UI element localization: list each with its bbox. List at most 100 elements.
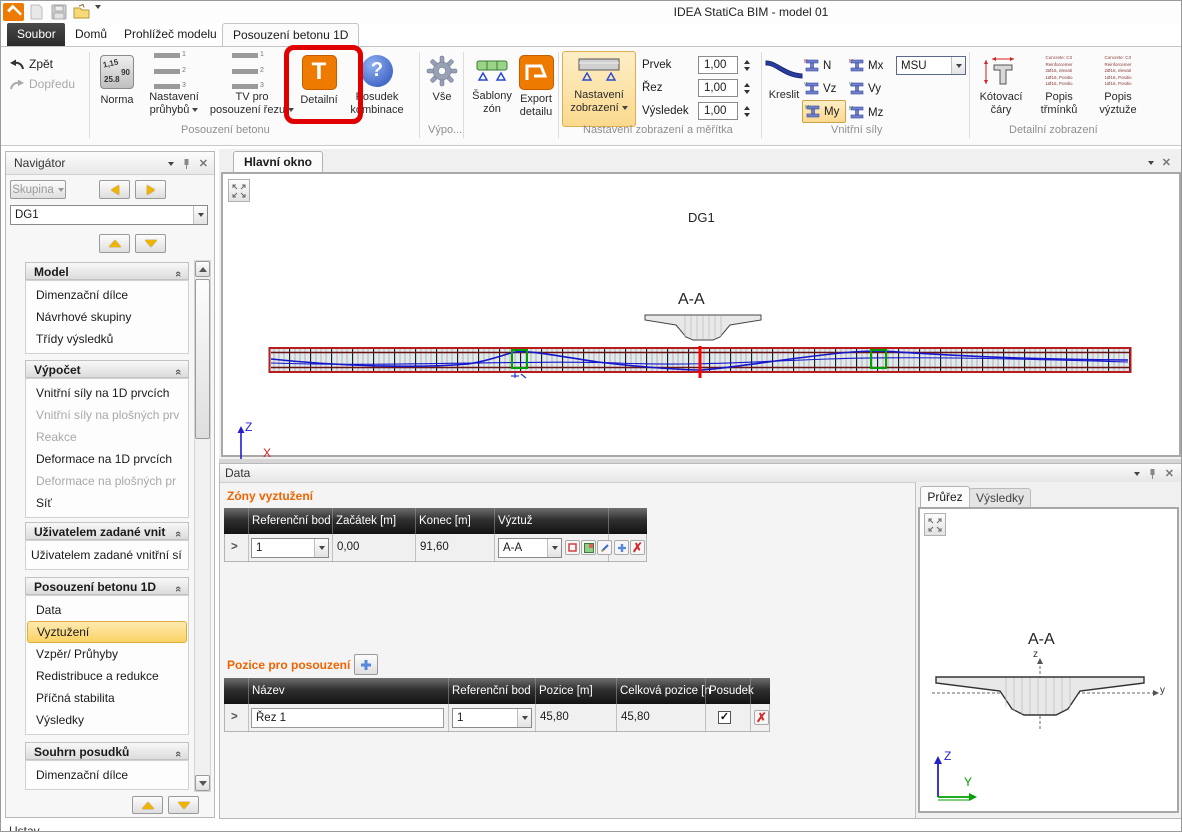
force-mz-button[interactable]: Mz Mz (849, 102, 891, 123)
limit-state-combo[interactable]: MSÚ (896, 56, 966, 75)
app-menu-button[interactable] (3, 3, 24, 21)
position-add-button[interactable] (354, 654, 378, 675)
move-up-button[interactable] (99, 234, 130, 253)
nav-section-uzivatelem[interactable]: Uživatelem zadané vnit« (25, 522, 189, 540)
position-delete-button[interactable]: ✗ (754, 710, 769, 725)
nav-section-vypocet[interactable]: Výpočet« (25, 360, 189, 378)
nav-item-souhrn-dimenzacni-dilce[interactable]: Dimenzační dílce (27, 764, 187, 786)
detailni-button[interactable]: T Detailní (297, 55, 341, 107)
pin-icon[interactable] (182, 158, 191, 170)
tab-vysledky[interactable]: Výsledky (969, 488, 1031, 508)
zoom-fit-button[interactable] (924, 513, 946, 536)
zone-frame-button[interactable] (565, 540, 580, 555)
open-button[interactable] (73, 4, 91, 23)
panel-menu-icon[interactable] (1148, 161, 1154, 165)
spinner-rez[interactable]: 1,00 (698, 79, 738, 97)
main-canvas[interactable]: DG1 A-A (221, 172, 1181, 457)
norma-button[interactable]: 1,15 90 25.8 Norma (95, 55, 139, 107)
posudek-checkbox[interactable] (718, 711, 731, 724)
nav-item-data[interactable]: Data (27, 599, 187, 621)
force-n-button[interactable]: N N (804, 55, 846, 76)
scroll-thumb[interactable] (195, 279, 210, 439)
row-selector-icon[interactable]: > (231, 541, 238, 553)
position-total-value[interactable]: 45,80 (621, 711, 650, 723)
close-icon[interactable]: ✕ (1162, 156, 1171, 169)
panel-menu-icon[interactable] (168, 162, 174, 166)
panel-menu-icon[interactable] (1134, 472, 1140, 476)
spinner-prvek-arrows[interactable] (741, 56, 752, 74)
force-vy-button[interactable]: Vy Vy (849, 78, 891, 99)
skupina-dropdown[interactable]: Skupina (10, 180, 66, 199)
nav-item-deformace-1d[interactable]: Deformace na 1D prvcích (27, 448, 187, 470)
spinner-rez-arrows[interactable] (741, 79, 752, 97)
nastaveni-pruhybu-button[interactable]: 1 2 3 Nastavení průhybů (141, 55, 207, 116)
new-file-button[interactable] (29, 4, 44, 23)
tab-prurez[interactable]: Průřez (920, 486, 970, 508)
zoom-fit-button[interactable] (228, 179, 250, 202)
nav-item-vysledky[interactable]: Výsledky (27, 709, 187, 731)
position-pos-value[interactable]: 45,80 (540, 711, 569, 723)
undo-button[interactable]: Zpět (9, 57, 53, 71)
export-detailu-button[interactable]: Export detailu (515, 55, 557, 118)
move-down-button[interactable] (135, 234, 166, 253)
nav-item-vnitrni-sily-plosne[interactable]: Vnitřní síly na plošných prv (27, 404, 187, 426)
next-group-button[interactable] (135, 180, 166, 199)
nav-item-redistribuce[interactable]: Redistribuce a redukce (27, 665, 187, 687)
posudek-kombinace-button[interactable]: ? Posudek kombinace (345, 55, 409, 116)
quickaccess-dropdown-icon[interactable] (95, 9, 101, 23)
nav-item-sit[interactable]: Síť (27, 492, 187, 514)
zone-edit-button[interactable] (597, 540, 612, 555)
nav-item-tridy-vysledku[interactable]: Třídy výsledků (27, 328, 187, 350)
tab-posouzeni-betonu-1d[interactable]: Posouzení betonu 1D (222, 23, 359, 47)
zone-template-apply-button[interactable] (581, 540, 596, 555)
position-refpoint-combo[interactable]: 1 (452, 708, 532, 728)
kotovaci-cary-button[interactable]: Kótovací čáry (973, 55, 1029, 116)
nav-item-vyztuzeni[interactable]: Vyztužení (27, 621, 187, 643)
position-name-cell[interactable]: Řez 1 (251, 708, 444, 728)
nav-item-deformace-plosne[interactable]: Deformace na plošných pr (27, 470, 187, 492)
spinner-prvek[interactable]: 1,00 (698, 56, 738, 74)
force-mx-button[interactable]: Mx Mx (849, 55, 891, 76)
zones-start-value[interactable]: 0,00 (337, 541, 359, 553)
zones-end-value[interactable]: 91,60 (420, 541, 449, 553)
popis-trminku-button[interactable]: Concrete: C3Reinforcemer 2Ø16, elevati1Ø… (1033, 55, 1085, 116)
zones-refpoint-combo[interactable]: 1 (251, 538, 329, 558)
pin-icon[interactable] (1148, 468, 1157, 480)
tab-hlavni-okno[interactable]: Hlavní okno (233, 151, 323, 173)
nav-scrollbar[interactable] (194, 260, 211, 792)
nav-item-navrhove-skupiny[interactable]: Návrhové skupiny (27, 306, 187, 328)
force-vz-button[interactable]: Vz Vz (804, 78, 846, 99)
close-icon[interactable]: ✕ (1165, 467, 1174, 480)
tab-domu[interactable]: Domů (65, 23, 117, 46)
nav-section-posouzeni-betonu[interactable]: Posouzení betonu 1D« (25, 577, 189, 595)
zone-add-button[interactable] (614, 540, 629, 555)
nav-item-uzivatelem-vnitrni-sily[interactable]: Uživatelem zadané vnitřní sí (27, 544, 187, 566)
popis-vyztuze-button[interactable]: Concrete: C3Reinforcemer 2Ø16, elevati1Ø… (1091, 55, 1145, 116)
save-button[interactable] (51, 4, 67, 23)
nav-bottom-up-button[interactable] (132, 796, 163, 814)
tv-pro-posouzeni-rezu-button[interactable]: 1 2 3 TV pro posouzení řezu (209, 55, 295, 116)
nav-item-reakce[interactable]: Reakce (27, 426, 187, 448)
scroll-up-button[interactable] (195, 261, 210, 277)
group-combo[interactable]: DG1 (10, 205, 208, 225)
tab-prohlizec-modelu[interactable]: Prohlížeč modelu (114, 23, 227, 46)
sablony-zon-button[interactable]: Šablony zón (467, 55, 517, 115)
zones-reinf-combo[interactable]: A-A (498, 538, 562, 558)
spinner-vysledek-arrows[interactable] (741, 102, 752, 120)
nav-bottom-down-button[interactable] (168, 796, 199, 814)
row-selector-icon[interactable]: > (231, 711, 238, 723)
nav-section-model[interactable]: Model« (25, 262, 189, 280)
spinner-vysledek[interactable]: 1,00 (698, 102, 738, 120)
section-canvas[interactable]: A-A z y (918, 507, 1179, 813)
nav-item-vzper-pruhyby[interactable]: Vzpěr/ Průhyby (27, 643, 187, 665)
kreslit-button[interactable]: Kreslit (764, 55, 804, 102)
close-icon[interactable]: ✕ (199, 157, 208, 170)
nav-item-pricna-stabilita[interactable]: Příčná stabilita (27, 687, 187, 709)
nav-section-souhrn[interactable]: Souhrn posudků« (25, 742, 189, 760)
scroll-down-button[interactable] (195, 775, 210, 791)
redo-button[interactable]: Dopředu (9, 77, 75, 91)
vse-button[interactable]: Vše (423, 55, 461, 104)
nav-item-vnitrni-sily-1d[interactable]: Vnitřní síly na 1D prvcích (27, 382, 187, 404)
tab-soubor[interactable]: Soubor (7, 23, 65, 46)
zone-delete-button[interactable]: ✗ (630, 540, 645, 555)
